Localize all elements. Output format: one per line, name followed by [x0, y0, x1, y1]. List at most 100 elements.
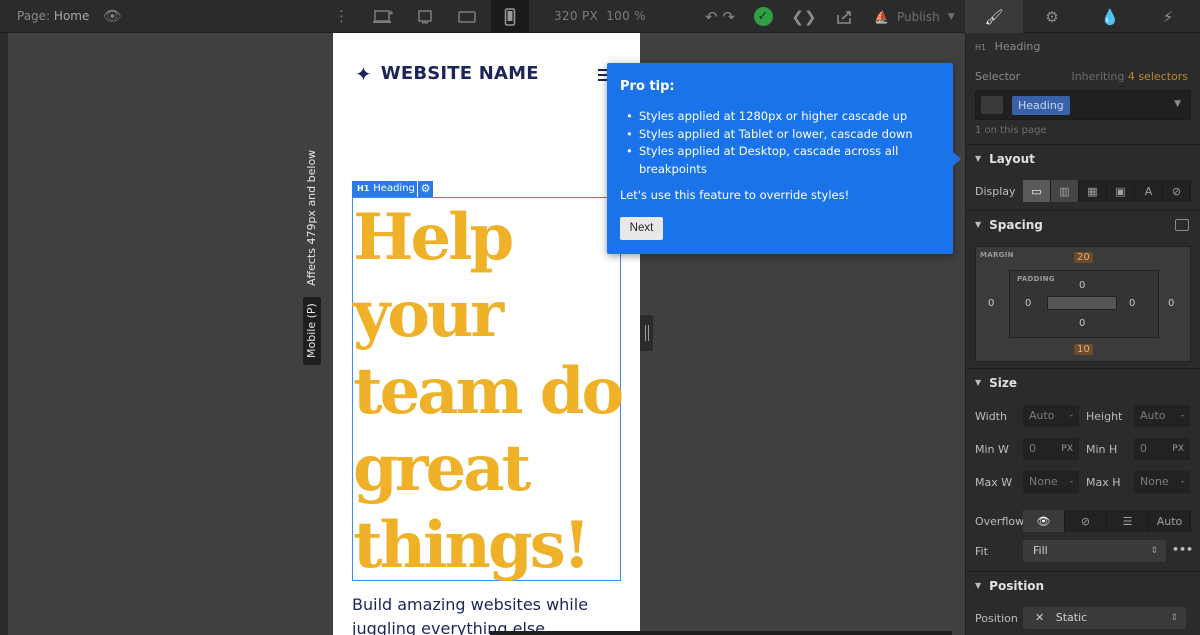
page-selector[interactable]: Page: Home [17, 9, 89, 23]
more-options-icon[interactable]: ⋮ [334, 0, 349, 33]
inheriting-prefix: Inheriting [1071, 70, 1125, 83]
svg-text:★: ★ [388, 9, 394, 17]
tab-settings[interactable]: ⚙ [1023, 0, 1081, 33]
page-preview-frame: ✦ WEBSITE NAME H1 Heading ⚙ Help your te… [333, 33, 640, 635]
margin-left-value[interactable]: 0 [988, 298, 994, 309]
width-input[interactable]: Auto - [1023, 405, 1079, 427]
overflow-scroll-icon[interactable]: ☰ [1107, 510, 1149, 532]
position-title: Position [989, 578, 1045, 593]
page-name: Home [53, 9, 90, 23]
tab-style-manager[interactable]: 💧 [1081, 0, 1139, 33]
hero-heading[interactable]: Help your team do great things! [353, 199, 624, 584]
pro-tip-list: Styles applied at 1280px or higher casca… [620, 108, 940, 178]
padding-left-value[interactable]: 0 [1025, 298, 1031, 309]
selector-chip[interactable]: Heading [1012, 96, 1070, 115]
canvas-resize-handle[interactable] [640, 315, 653, 351]
pro-tip-item: Styles applied at Tablet or lower, casca… [620, 126, 940, 144]
fit-select[interactable]: Fill ⇕ [1023, 540, 1166, 562]
padding-caption: PADDING [1017, 275, 1055, 283]
saved-status: ✓ [751, 0, 775, 33]
canvas-size-readout: 320 PX 100 % [554, 9, 646, 23]
max-width-input[interactable]: None - [1023, 471, 1079, 493]
more-fit-options-icon[interactable]: ••• [1172, 543, 1193, 556]
undo-redo-icon[interactable]: ↶ ↷ [700, 0, 740, 33]
position-label: Position [975, 612, 1018, 625]
publish-button[interactable]: ⛵ Publish ▼ [874, 0, 955, 33]
display-grid-icon[interactable]: ▦ [1079, 180, 1107, 202]
margin-right-value[interactable]: 0 [1168, 298, 1174, 309]
mobile-portrait-breakpoint-icon[interactable] [491, 0, 529, 33]
position-value: Static [1055, 611, 1088, 624]
element-settings-gear-icon[interactable]: ⚙ [417, 181, 433, 197]
code-icon[interactable]: ❮❯ [790, 0, 818, 33]
pro-tip-title: Pro tip: [620, 79, 675, 94]
min-width-label: Min W [975, 443, 1009, 456]
export-icon[interactable] [832, 0, 856, 33]
inheriting-info[interactable]: Inheriting 4 selectors [1071, 70, 1188, 83]
width-value: Auto [1029, 409, 1055, 422]
margin-bottom-value[interactable]: 10 [1074, 344, 1093, 355]
padding-bottom-value[interactable]: 0 [1079, 318, 1085, 329]
max-width-value: None [1029, 475, 1058, 488]
spacing-section-header[interactable]: ▼ Spacing [966, 210, 1200, 238]
selected-element-header: H1 Heading [975, 40, 1040, 53]
top-toolbar: Page: Home 👁 ⋮ ★ 320 PX 100 % ↶ ↷ ✓ ❮❯ ⛵… [0, 0, 965, 33]
overflow-visible-eye-icon[interactable]: 👁 [1023, 510, 1065, 532]
min-height-input[interactable]: 0 PX [1134, 438, 1190, 460]
tab-style[interactable]: 🖌 [965, 0, 1023, 33]
tab-interactions[interactable]: ⚡ [1139, 0, 1197, 33]
size-section-header[interactable]: ▼ Size [966, 368, 1200, 396]
min-width-input[interactable]: 0 PX [1023, 438, 1079, 460]
max-height-unit: - [1180, 477, 1184, 487]
tablet-landscape-breakpoint-icon[interactable] [448, 0, 486, 33]
desktop-star-breakpoint-icon[interactable]: ★ [364, 0, 402, 33]
preview-eye-icon[interactable]: 👁 [103, 0, 122, 33]
selected-element-name: Heading [373, 183, 415, 194]
canvas-width-unit: PX [581, 9, 598, 23]
selected-element-type: H1 [357, 184, 370, 193]
max-height-value: None [1140, 475, 1169, 488]
bottom-panel-edge [490, 631, 952, 635]
display-none-icon[interactable]: ⊘ [1163, 180, 1191, 202]
content-box [1047, 296, 1117, 310]
position-section-header[interactable]: ▼ Position [966, 571, 1200, 599]
pro-tip-body: Let's use this feature to override style… [620, 188, 850, 202]
breakpoint-indicator: Affects 479px and below Mobile (P) [303, 150, 321, 365]
chevron-down-icon: ▼ [947, 11, 955, 22]
max-height-input[interactable]: None - [1134, 471, 1190, 493]
selector-field[interactable]: Heading ▼ [975, 90, 1191, 120]
overflow-auto-option[interactable]: Auto [1149, 510, 1191, 532]
height-input[interactable]: Auto - [1134, 405, 1190, 427]
display-inline-icon[interactable]: A [1135, 180, 1163, 202]
site-logo[interactable]: ✦ WEBSITE NAME [355, 63, 539, 84]
canvas-width-value: 320 [554, 9, 578, 23]
chevron-down-icon[interactable]: ▼ [1174, 99, 1181, 109]
lightning-icon: ⚡ [1162, 7, 1174, 26]
display-flex-icon[interactable]: ▥ [1051, 180, 1079, 202]
hero-subtext[interactable]: Build amazing websites while juggling ev… [352, 593, 622, 635]
padding-right-value[interactable]: 0 [1129, 298, 1135, 309]
display-inline-block-icon[interactable]: ▣ [1107, 180, 1135, 202]
overflow-hidden-icon[interactable]: ⊘ [1065, 510, 1107, 532]
next-button[interactable]: Next [620, 217, 663, 240]
sparkle-icon: ✦ [355, 61, 372, 86]
spacing-preset-icon[interactable] [1175, 219, 1189, 231]
margin-top-value[interactable]: 20 [1074, 252, 1093, 263]
position-select[interactable]: ✕ Static ⇕ [1023, 607, 1186, 629]
max-width-unit: - [1069, 477, 1073, 487]
width-unit: - [1069, 411, 1073, 421]
collapse-triangle-icon: ▼ [975, 220, 982, 229]
fit-value: Fill [1033, 544, 1048, 557]
element-name-label: Heading [994, 40, 1041, 53]
min-width-unit: PX [1061, 444, 1073, 454]
layout-title: Layout [989, 151, 1035, 166]
padding-box: PADDING 0 0 0 0 [1009, 270, 1159, 338]
pro-tip-popover: Pro tip: Styles applied at 1280px or hig… [607, 63, 961, 254]
selector-usage-count: 1 on this page [975, 125, 1047, 136]
padding-top-value[interactable]: 0 [1079, 280, 1085, 291]
layout-section-header[interactable]: ▼ Layout [966, 144, 1200, 172]
desktop-breakpoint-icon[interactable] [406, 0, 444, 33]
selector-label: Selector [975, 70, 1021, 83]
display-block-icon[interactable]: ▭ [1023, 180, 1051, 202]
selected-element-tag[interactable]: H1 Heading [352, 181, 420, 197]
